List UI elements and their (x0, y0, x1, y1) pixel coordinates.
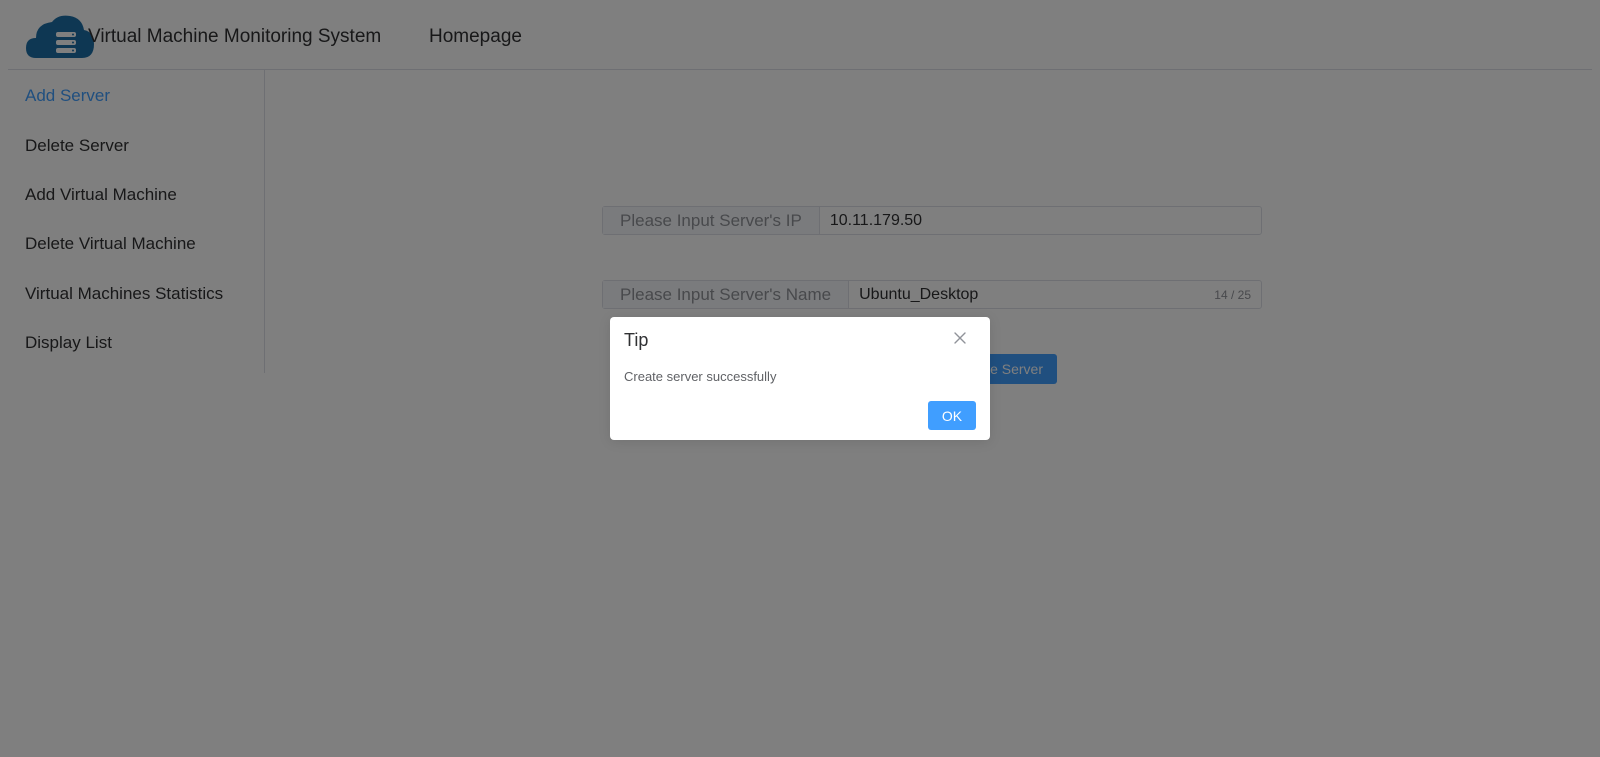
close-icon[interactable] (952, 330, 968, 346)
ok-button[interactable]: OK (928, 401, 976, 430)
dialog-message: Create server successfully (624, 369, 777, 384)
dialog-title: Tip (624, 330, 649, 350)
tip-dialog: Tip Create server successfully OK (610, 317, 990, 440)
